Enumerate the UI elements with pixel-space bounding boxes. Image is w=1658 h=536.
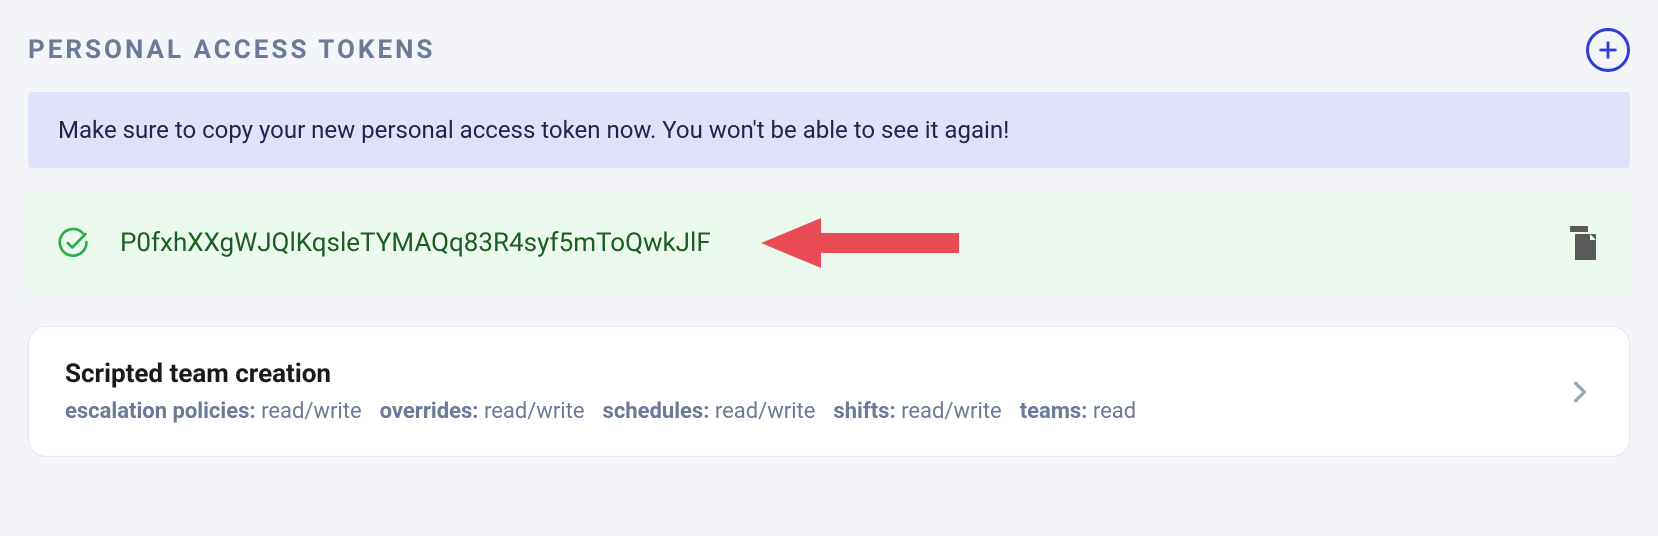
chevron-right-icon bbox=[1567, 379, 1593, 405]
token-list-item[interactable]: Scripted team creation escalation polici… bbox=[28, 326, 1630, 457]
scope-item: shifts: read/write bbox=[833, 399, 1001, 424]
scope-value: read/write bbox=[256, 399, 362, 424]
token-value: P0fxhXXgWJQlKqsleTYMAQq83R4syf5mToQwkJlF bbox=[120, 228, 711, 258]
section-header: Personal Access Tokens bbox=[28, 28, 1630, 72]
scope-key: teams: bbox=[1020, 399, 1088, 424]
scope-item: teams: read bbox=[1020, 399, 1136, 424]
scope-key: shifts: bbox=[833, 399, 895, 424]
section-title: Personal Access Tokens bbox=[28, 35, 435, 65]
copy-warning-notice: Make sure to copy your new personal acce… bbox=[28, 92, 1630, 168]
scope-item: overrides: read/write bbox=[380, 399, 585, 424]
scope-key: escalation policies: bbox=[65, 399, 256, 424]
plus-icon bbox=[1597, 39, 1619, 61]
scope-value: read/write bbox=[896, 399, 1002, 424]
check-circle-icon bbox=[58, 227, 90, 259]
add-token-button[interactable] bbox=[1586, 28, 1630, 72]
scope-value: read/write bbox=[478, 399, 584, 424]
attention-arrow bbox=[741, 214, 1536, 272]
scope-key: schedules: bbox=[603, 399, 710, 424]
copy-token-button[interactable] bbox=[1566, 224, 1600, 262]
token-details: Scripted team creation escalation polici… bbox=[65, 359, 1567, 424]
scope-value: read/write bbox=[709, 399, 815, 424]
arrow-icon bbox=[761, 214, 961, 272]
token-scopes: escalation policies: read/writeoverrides… bbox=[65, 399, 1567, 424]
new-token-panel: P0fxhXXgWJQlKqsleTYMAQq83R4syf5mToQwkJlF bbox=[28, 192, 1630, 294]
scope-key: overrides: bbox=[380, 399, 479, 424]
scope-item: escalation policies: read/write bbox=[65, 399, 362, 424]
scope-value: read bbox=[1087, 399, 1136, 424]
scope-item: schedules: read/write bbox=[603, 399, 816, 424]
token-name: Scripted team creation bbox=[65, 359, 1567, 389]
